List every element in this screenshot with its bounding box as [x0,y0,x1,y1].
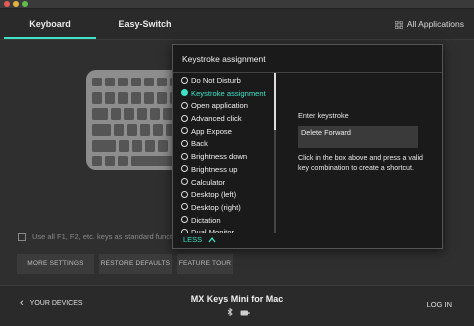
action-option-label: Desktop (right) [191,202,241,212]
tab-keyboard[interactable]: Keyboard [0,9,100,39]
radio-icon[interactable] [181,203,188,211]
action-option[interactable]: App Expose [181,126,271,139]
zoom-window-icon[interactable] [22,1,28,7]
fn-keys-checkbox[interactable] [18,233,26,242]
radio-icon[interactable] [181,152,188,160]
chevron-up-icon [208,236,216,243]
radio-icon[interactable] [181,101,188,109]
less-toggle[interactable]: LESS [183,235,216,244]
action-option[interactable]: Brightness up [181,164,271,177]
bottom-bar: ‹ YOUR DEVICES MX Keys Mini for Mac LOG I… [0,285,474,326]
keystroke-assignment-popover: Keystroke assignment Do Not Disturb Keyst… [172,44,443,249]
action-option[interactable]: Back [181,138,271,151]
action-option[interactable]: Dual Monitor [181,227,271,234]
enter-keystroke-label: Enter keystroke [298,111,349,120]
popover-divider [173,72,442,73]
radio-icon[interactable] [181,139,188,147]
restore-defaults-button[interactable]: RESTORE DEFAULTS [99,254,172,274]
keystroke-help-text: Click in the box above and press a valid… [298,154,423,172]
radio-icon[interactable] [181,216,188,224]
action-option-label: Back [191,139,208,149]
radio-icon[interactable] [181,89,188,97]
radio-icon[interactable] [181,190,188,198]
more-settings-button[interactable]: MORE SETTINGS [17,254,94,274]
feature-tour-button[interactable]: FEATURE TOUR [177,254,233,274]
action-option[interactable]: Advanced click [181,113,271,126]
device-status-icons [226,307,250,318]
all-applications-label: All Applications [406,19,464,29]
close-window-icon[interactable] [4,1,10,7]
login-button[interactable]: LOG IN [427,300,452,309]
minimize-window-icon[interactable] [13,1,19,7]
bluetooth-icon [227,307,233,317]
radio-icon[interactable] [181,228,188,234]
grid-icon [394,20,403,29]
action-option-label: Brightness down [191,152,248,162]
popover-title: Keystroke assignment [182,54,266,64]
action-option-label: Dictation [191,215,221,225]
action-option-label: App Expose [191,126,232,136]
top-tab-bar: Keyboard Easy-Switch All Applications [0,9,474,40]
action-option-label: Open application [191,101,248,111]
action-option-label: Desktop (left) [191,190,237,200]
action-option[interactable]: Desktop (left) [181,189,271,202]
radio-icon[interactable] [181,114,188,122]
keystroke-input[interactable]: Delete Forward [298,126,418,148]
action-option-label: Keystroke assignment [191,88,266,98]
less-label: LESS [183,235,203,244]
radio-icon[interactable] [181,178,188,185]
action-option-label: Advanced click [191,114,242,124]
radio-icon[interactable] [181,76,188,84]
action-list: Do Not Disturb Keystroke assignment Open a… [181,75,271,234]
action-option[interactable]: Do Not Disturb [181,75,271,88]
radio-icon[interactable] [181,165,188,173]
action-option[interactable]: Brightness down [181,151,271,164]
tab-easy-switch[interactable]: Easy-Switch [110,9,180,39]
action-option[interactable]: Dictation [181,215,271,228]
radio-icon[interactable] [181,127,188,135]
action-option-label: Dual Monitor [191,228,235,234]
action-option[interactable]: Open application [181,100,271,113]
action-list-scroll-thumb[interactable] [274,73,276,130]
battery-icon [240,310,250,316]
all-applications-button[interactable]: All Applications [394,9,464,39]
action-option[interactable]: Calculator [181,177,271,190]
action-option-label: Do Not Disturb [191,76,241,85]
action-option-label: Calculator [191,177,226,187]
window-titlebar [0,0,474,9]
action-option[interactable]: Desktop (right) [181,202,271,215]
action-option[interactable]: Keystroke assignment [181,88,271,101]
action-option-label: Brightness up [191,164,238,174]
device-name: MX Keys Mini for Mac [190,294,284,304]
